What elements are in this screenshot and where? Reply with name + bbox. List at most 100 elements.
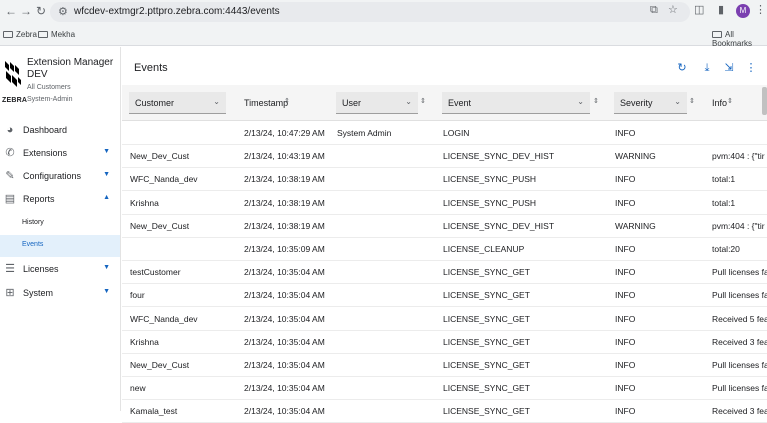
sidebar-item-extensions[interactable]: ✆ Extensions ▼ [0, 142, 120, 165]
table-row[interactable]: New_Dev_Cust 2/13/24, 10:43:19 AM LICENSE_… [122, 145, 767, 169]
info-cell: pvm:404 : {"tir [712, 151, 765, 162]
scrollbar[interactable] [762, 87, 767, 115]
info-cell: Pull licenses fa [712, 290, 767, 301]
list-icon: ☰ [5, 263, 15, 275]
severity-cell: INFO [615, 128, 636, 138]
bookmark-zebra[interactable]: Zebra [3, 30, 37, 39]
install-app-icon[interactable]: ⧉ [650, 4, 658, 16]
table-row[interactable]: new 2/13/24, 10:35:04 AM LICENSE_SYNC_GET I… [122, 377, 767, 401]
severity-cell: INFO [615, 244, 636, 254]
sidebar: ZEBRA Extension Manager DEV All Customer… [0, 47, 121, 411]
timestamp-cell: 2/13/24, 10:38:19 AM [244, 220, 325, 231]
sidebar-item-history[interactable]: History [0, 213, 120, 235]
timestamp-cell: 2/13/24, 10:43:19 AM [244, 151, 325, 162]
info-header[interactable]: Info [706, 92, 746, 114]
customer-cell: Krishna [130, 336, 159, 347]
bookmark-star-icon[interactable]: ☆ [668, 4, 678, 16]
sidebar-item-events[interactable]: Events [0, 235, 120, 257]
severity-cell: INFO [615, 197, 636, 208]
chevron-up-icon[interactable]: ▲ [103, 194, 110, 201]
user-filter[interactable]: User ⌄ [336, 92, 418, 114]
profile-avatar[interactable]: M [736, 4, 750, 18]
table-row[interactable]: Kamala_test 2/13/24, 10:35:04 AM LICENSE_S… [122, 400, 767, 423]
url-text[interactable]: wfcdev-extmgr2.pttpro.zebra.com:4443/eve… [74, 6, 280, 17]
timestamp-cell: 2/13/24, 10:38:19 AM [244, 174, 325, 185]
severity-cell: INFO [615, 383, 636, 394]
customer-cell: four [130, 290, 145, 301]
sort-icon[interactable]: ⇕ [593, 97, 599, 105]
table-row[interactable]: 2/13/24, 10:35:09 AM LICENSE_CLEANUP INFO t… [122, 238, 767, 261]
severity-cell: INFO [615, 313, 636, 324]
sidebar-item-configurations[interactable]: ✎ Configurations ▼ [0, 165, 120, 188]
table-header: Customer ⌄ Timestamp ⇕ User ⌄ ⇕ Event ⌄ … [122, 85, 767, 121]
table-row[interactable]: four 2/13/24, 10:35:04 AM LICENSE_SYNC_GET… [122, 284, 767, 308]
folder-icon [38, 31, 48, 38]
sidebar-item-dashboard[interactable]: ◕ Dashboard [0, 119, 120, 142]
table-row[interactable]: Krishna 2/13/24, 10:38:19 AM LICENSE_SYNC_… [122, 192, 767, 215]
export-icon[interactable]: ⇲ [722, 61, 736, 75]
event-cell: LICENSE_SYNC_PUSH [443, 197, 537, 208]
table-row[interactable]: WFC_Nanda_dev 2/13/24, 10:35:04 AM LICENSE… [122, 308, 767, 331]
browser-menu-icon[interactable]: ⋮ [755, 4, 766, 16]
timestamp-header[interactable]: Timestamp [238, 92, 328, 114]
event-cell: LICENSE_SYNC_PUSH [443, 174, 537, 185]
table-row[interactable]: New_Dev_Cust 2/13/24, 10:35:04 AM LICENSE_… [122, 354, 767, 377]
user-cell: System Admin [337, 128, 392, 138]
customer-cell: WFC_Nanda_dev [130, 174, 198, 185]
severity-cell: INFO [615, 336, 636, 347]
report-icon: ▤ [4, 193, 16, 205]
timestamp-cell: 2/13/24, 10:35:04 AM [244, 383, 325, 394]
site-info-icon[interactable]: ⚙ [58, 5, 68, 18]
sort-icon[interactable]: ⇕ [284, 97, 290, 105]
sidebar-item-system[interactable]: ⊞ System ▼ [0, 282, 120, 305]
event-cell: LICENSE_SYNC_DEV_HIST [443, 220, 555, 231]
dashboard-icon: ◕ [6, 124, 14, 136]
chevron-down-icon: ⌄ [213, 97, 220, 106]
info-cell: Pull licenses fa [712, 383, 767, 394]
reload-icon[interactable]: ↻ [34, 4, 48, 18]
chevron-down-icon[interactable]: ▼ [103, 264, 110, 271]
customer-cell: New_Dev_Cust [130, 220, 190, 231]
browser-chrome: ← → ↻ ⚙ wfcdev-extmgr2.pttpro.zebra.com:… [0, 0, 767, 48]
sort-icon[interactable]: ⇕ [420, 97, 426, 105]
back-icon[interactable]: ← [4, 4, 18, 18]
extensions-icon[interactable]: ◫ [694, 4, 704, 16]
severity-filter[interactable]: Severity ⌄ [614, 92, 687, 114]
table-row[interactable]: New_Dev_Cust 2/13/24, 10:38:19 AM LICENSE_… [122, 215, 767, 238]
bookmark-mekha[interactable]: Mekha [38, 30, 75, 39]
customer-cell: new [130, 383, 146, 394]
chevron-down-icon[interactable]: ▼ [103, 171, 110, 178]
side-panel-icon[interactable]: ▮ [718, 4, 724, 16]
download-icon[interactable]: ⤓ [700, 61, 714, 75]
page-title: Events [134, 62, 168, 74]
table-row[interactable]: WFC_Nanda_dev 2/13/24, 10:38:19 AM LICENSE… [122, 168, 767, 192]
address-bar[interactable]: ⚙ wfcdev-extmgr2.pttpro.zebra.com:4443/e… [50, 2, 690, 22]
event-filter[interactable]: Event ⌄ [442, 92, 590, 114]
info-cell: pvm:404 : {"tir [712, 220, 765, 231]
timestamp-cell: 2/13/24, 10:35:04 AM [244, 290, 325, 301]
sort-icon[interactable]: ⇕ [689, 97, 695, 105]
severity-cell: INFO [615, 290, 636, 301]
sidebar-item-reports[interactable]: ▤ Reports ▲ [0, 188, 120, 211]
severity-cell: WARNING [615, 151, 656, 162]
chevron-down-icon[interactable]: ▼ [103, 288, 110, 295]
all-bookmarks[interactable]: All Bookmarks [712, 30, 767, 48]
timestamp-cell: 2/13/24, 10:35:04 AM [244, 336, 325, 347]
sort-icon[interactable]: ⇕ [727, 97, 733, 105]
table-row[interactable]: testCustomer 2/13/24, 10:35:04 AM LICENSE_… [122, 261, 767, 285]
event-cell: LICENSE_CLEANUP [443, 244, 525, 254]
severity-cell: INFO [615, 360, 636, 370]
chevron-down-icon[interactable]: ▼ [103, 148, 110, 155]
customer-filter[interactable]: Customer ⌄ [129, 92, 226, 114]
customer-scope: All Customers [27, 84, 71, 91]
sidebar-item-licenses[interactable]: ☰ Licenses ▼ [0, 258, 120, 281]
forward-icon[interactable]: → [19, 4, 33, 18]
customer-cell: Krishna [130, 197, 159, 208]
customer-cell: New_Dev_Cust [130, 151, 190, 162]
info-cell: Pull licenses fa [712, 267, 767, 278]
refresh-icon[interactable]: ↻ [675, 61, 689, 75]
table-row[interactable]: Krishna 2/13/24, 10:35:04 AM LICENSE_SYNC_… [122, 331, 767, 354]
table-row[interactable]: 2/13/24, 10:47:29 AM System Admin LOGIN INF… [122, 122, 767, 145]
more-options-icon[interactable]: ⋮ [744, 61, 758, 75]
info-cell: total:1 [712, 174, 736, 185]
